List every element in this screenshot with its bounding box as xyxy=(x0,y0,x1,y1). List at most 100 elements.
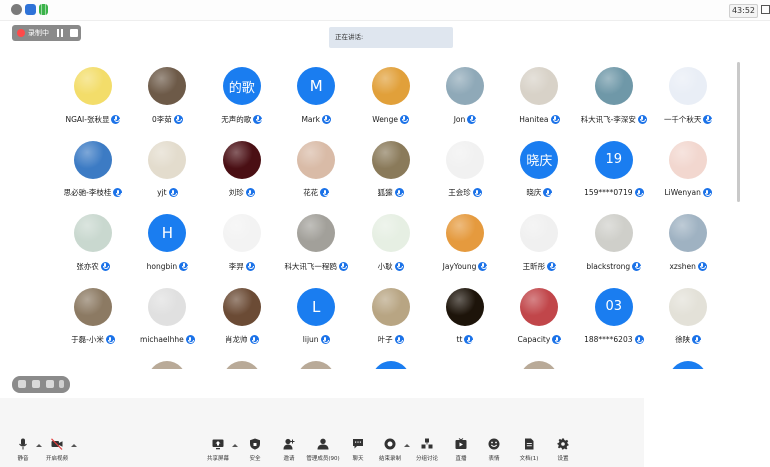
avatar xyxy=(669,214,708,252)
participant-tile[interactable]: 王昕彤 xyxy=(497,205,581,278)
stop-recording-button[interactable] xyxy=(70,29,78,37)
participant-name: 188****6203 xyxy=(584,335,633,344)
participant-tile[interactable]: 王会珍 xyxy=(423,132,507,205)
participant-tile[interactable]: NGAI-张秋显 xyxy=(56,58,135,131)
participant-tile[interactable]: 科大讯飞-李深安 xyxy=(572,58,656,131)
participant-tile[interactable]: Llijun xyxy=(274,279,358,352)
avatar xyxy=(371,214,410,252)
participant-tile[interactable]: 刘珍 xyxy=(200,132,284,205)
shield-icon[interactable] xyxy=(25,4,36,15)
signal-icon[interactable] xyxy=(39,4,48,15)
participant-tile[interactable]: JayYoung xyxy=(423,205,507,278)
participant-tile[interactable]: 徐陕 xyxy=(646,279,728,352)
participant-tile[interactable]: yjt xyxy=(125,132,209,205)
participant-name: 小耿 xyxy=(377,261,393,271)
info-icon[interactable] xyxy=(11,4,22,15)
participant-name: 0李茹 xyxy=(152,114,172,124)
avatar xyxy=(520,67,559,105)
grid-view-icon[interactable] xyxy=(46,380,54,388)
participant-name-row: Jon xyxy=(423,113,507,125)
share-screen-button[interactable]: 共享屏幕 xyxy=(198,438,238,464)
participant-tile[interactable]: 03 188****6203 xyxy=(572,279,656,352)
participant-tile[interactable]: 小耿 xyxy=(349,205,433,278)
participant-name: 晓庆 xyxy=(526,188,542,197)
participant-name: NGAI-张秋显 xyxy=(65,114,110,124)
participant-tile[interactable]: xzshen xyxy=(646,205,728,278)
participant-name-row: 花花 xyxy=(274,187,358,199)
chat-icon xyxy=(353,439,363,449)
participant-name-row: 188****6203 xyxy=(572,334,656,346)
end-recording-button[interactable]: 结束录制 xyxy=(370,438,410,464)
participant-tile[interactable]: 于磊-小米 xyxy=(56,279,135,352)
participant-name-row: lijun xyxy=(274,334,358,346)
reactions-button[interactable]: 表情 xyxy=(474,438,514,464)
participant-tile[interactable]: M Mark xyxy=(274,58,358,131)
participant-tile[interactable]: 0李茹 xyxy=(125,58,209,131)
participant-tile[interactable]: 晓庆 晓庆 xyxy=(497,132,581,205)
manage-members-button[interactable]: 管理成员(90) xyxy=(303,438,343,464)
participant-tile[interactable]: michaelhhe xyxy=(125,279,209,352)
participant-name: 王昕彤 xyxy=(522,261,546,271)
gallery-scrollbar[interactable] xyxy=(737,62,740,202)
participant-tile[interactable]: Wenge xyxy=(349,58,433,131)
participant-name-row: yjt xyxy=(125,187,209,199)
gear-icon xyxy=(557,438,569,450)
participant-name-row: blackstrong xyxy=(572,260,656,272)
participant-tile[interactable]: 19 159****0719 xyxy=(572,132,656,205)
fullscreen-icon[interactable] xyxy=(761,5,770,14)
view-switcher[interactable] xyxy=(12,376,70,393)
avatar: M xyxy=(297,67,336,105)
video-options-caret[interactable] xyxy=(71,444,77,447)
participant-tile[interactable]: 花花 xyxy=(274,132,358,205)
participant-tile[interactable]: tt xyxy=(423,279,507,352)
members-label: 管理成员(90) xyxy=(306,456,340,462)
participant-name: lijun xyxy=(302,335,319,344)
participant-tile[interactable]: 的歌 无声的歌 xyxy=(200,58,284,131)
participant-tile[interactable]: LiWenyan xyxy=(646,132,728,205)
mic-icon xyxy=(253,114,263,124)
mic-icon xyxy=(552,335,562,344)
avatar xyxy=(669,140,708,179)
participant-tile[interactable]: 李羿 xyxy=(200,205,284,278)
participant-name-row: 李羿 xyxy=(200,260,284,272)
participant-name: 肖龙帅 xyxy=(225,335,248,344)
mic-icon xyxy=(634,335,644,344)
avatar: 的歌 xyxy=(222,67,261,105)
participant-tile[interactable]: 张亦农 xyxy=(56,205,135,278)
participant-tile[interactable]: Hanitea xyxy=(497,58,581,131)
participant-name-row: hongbin xyxy=(125,260,209,272)
participant-name-row: 无声的歌 xyxy=(200,113,284,125)
gallery-view-icon[interactable] xyxy=(18,380,26,388)
participant-name: 王会珍 xyxy=(448,188,471,197)
participant-tile[interactable]: blackstrong xyxy=(572,205,656,278)
participant-tile[interactable]: 科大讯飞一程鸥 xyxy=(274,205,358,278)
recording-indicator: 录制中 xyxy=(12,25,81,41)
participant-name-row: xzshen xyxy=(646,260,728,272)
participant-tile[interactable]: Jon xyxy=(423,58,507,131)
participant-tile[interactable]: 肖龙帅 xyxy=(200,279,284,352)
start-video-button[interactable]: 开启视频 xyxy=(37,438,77,464)
mic-icon xyxy=(703,114,713,124)
participant-tile[interactable]: Hhongbin xyxy=(125,205,209,278)
mic-icon xyxy=(543,188,553,197)
chevron-right-icon[interactable] xyxy=(59,380,64,388)
settings-button[interactable]: 设置 xyxy=(543,438,583,464)
participant-tile[interactable]: 狐獴 xyxy=(349,132,433,205)
avatar: 19 xyxy=(594,140,633,179)
share-screen-icon xyxy=(212,439,224,450)
members-icon xyxy=(317,438,329,450)
participant-name-row: 张亦农 xyxy=(56,260,135,272)
participant-tile[interactable]: 思必驰-李枝桂 xyxy=(56,132,135,205)
participant-name-row: 小耿 xyxy=(349,260,433,272)
pause-recording-button[interactable] xyxy=(56,29,64,37)
speaker-view-icon[interactable] xyxy=(32,380,40,388)
participant-tile[interactable]: Capacity xyxy=(497,279,581,352)
participant-name: hongbin xyxy=(146,261,178,271)
participant-tile[interactable]: 叶子 xyxy=(349,279,433,352)
participant-name: 张亦农 xyxy=(76,261,99,271)
participant-tile[interactable]: 一千个秋天 xyxy=(646,58,728,131)
avatar xyxy=(74,287,112,326)
avatar xyxy=(148,361,187,369)
participant-name: tt xyxy=(456,335,463,344)
mic-icon xyxy=(399,114,409,124)
